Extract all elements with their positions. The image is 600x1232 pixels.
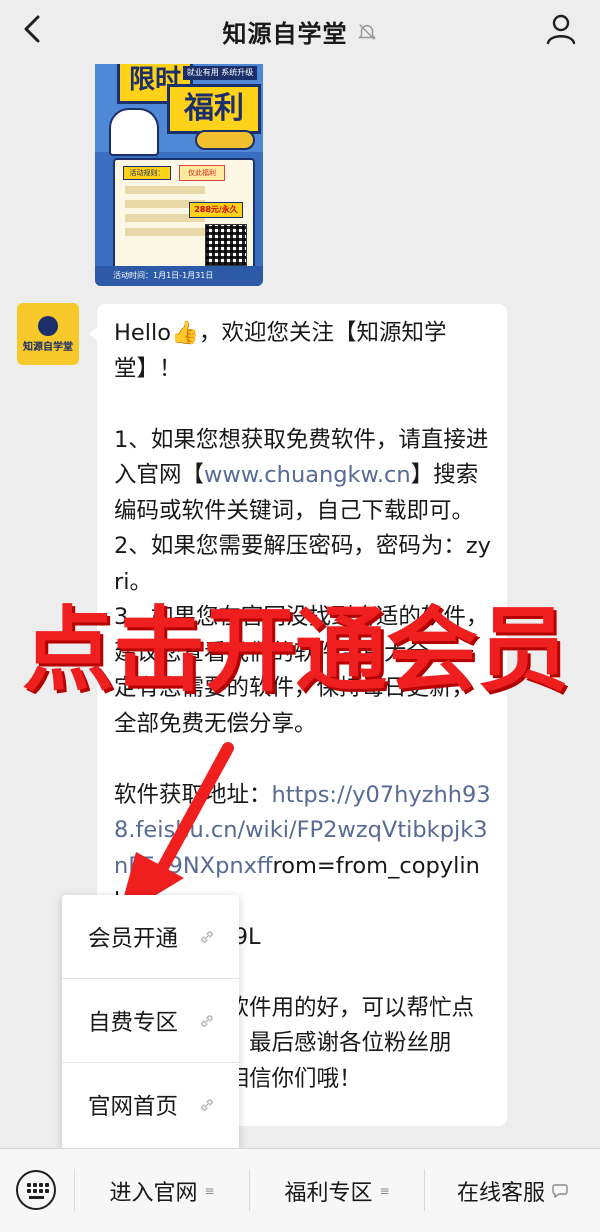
menu-button-official-site[interactable]: 进入官网 ≡ [75,1149,249,1232]
menu-button-welfare-zone[interactable]: 福利专区 ≡ [250,1149,424,1232]
menu-button-label: 进入官网 [109,1180,198,1206]
poster-illustration [109,108,159,156]
poster-headline-main: 福利 [167,84,261,134]
poster-rule-line [125,228,205,236]
menu-button-label: 福利专区 [284,1180,373,1206]
popup-item-label: 官网首页 [88,1094,179,1120]
top-navigation-bar: 知源自学堂 [0,0,600,58]
poster-rules-head: 活动规则： [123,166,171,180]
keyboard-key [27,1183,31,1187]
poster-rule-line [125,186,205,194]
qr-code-icon [205,224,247,266]
popup-item-label: 会员开通 [88,926,179,952]
menu-button-customer-service[interactable]: 在线客服 [425,1149,600,1232]
avatar-logo-icon [38,316,58,336]
popup-item-homepage[interactable]: 官网首页 [62,1063,239,1147]
chat-bubble-icon [552,1183,568,1198]
keyboard-icon[interactable] [16,1170,56,1210]
keyboard-key [33,1183,37,1187]
poster-footer: 活动时间：1月1日-1月31日 [95,266,263,286]
list-icon: ≡ [379,1183,390,1198]
keyboard-key [33,1189,37,1193]
red-arrow-icon [118,742,234,918]
promo-overlay-text: 点击开通会员 [22,597,569,704]
link-icon [201,1099,213,1111]
link-icon [201,931,213,943]
keyboard-key [39,1189,43,1193]
keyboard-key [45,1189,49,1193]
keyboard-spacebar [29,1196,44,1199]
keyboard-key [27,1189,31,1193]
list-icon: ≡ [204,1183,215,1198]
popup-item-label: 自费专区 [88,1010,179,1036]
page-title-wrap: 知源自学堂 [0,14,600,49]
profile-icon[interactable] [544,12,578,46]
avatar[interactable]: 知源自学堂 [17,303,79,365]
website-link[interactable]: www.chuangkw.cn [204,462,411,488]
avatar-label: 知源自学堂 [23,342,73,353]
keyboard-key [39,1183,43,1187]
bottom-menu-bar: 进入官网 ≡ 福利专区 ≡ 在线客服 [0,1148,600,1232]
popup-item-paid-zone[interactable]: 自费专区 [62,979,239,1063]
menu-button-label: 在线客服 [456,1180,545,1206]
gold-ingot-icon [195,130,255,150]
poster-price-tag: 288元/永久 [189,202,243,218]
mute-bell-icon [357,23,376,40]
poster-rules-tag: 仅此福利 [179,165,225,181]
keyboard-key [45,1183,49,1187]
poster-badge: 就业有用 系统升级 [183,66,257,80]
link-icon [201,1015,213,1027]
page-title: 知源自学堂 [222,20,348,48]
popup-submenu: 会员开通 自费专区 官网首页 [62,895,239,1150]
promo-poster-image[interactable]: 限时 就业有用 系统升级 福利 活动规则： 仅此福利 288元/永久 活动时间：… [95,64,263,286]
popup-item-member[interactable]: 会员开通 [62,895,239,979]
